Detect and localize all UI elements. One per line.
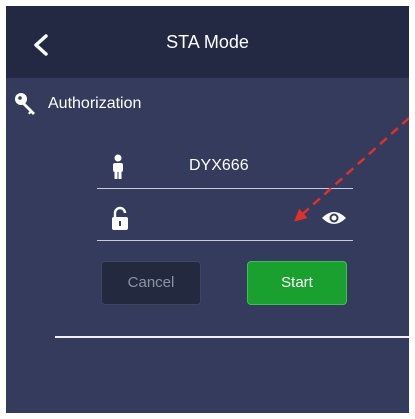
person-icon <box>113 154 123 179</box>
username-field[interactable]: DYX666 <box>97 144 353 189</box>
divider <box>55 336 409 338</box>
username-value: DYX666 <box>189 157 249 174</box>
authorization-section: Authorization <box>14 90 141 118</box>
eye-icon[interactable] <box>321 210 347 226</box>
lock-icon <box>112 206 128 230</box>
key-icon <box>15 93 35 115</box>
password-field[interactable] <box>97 196 353 241</box>
sta-mode-screen: STA Mode Authorization DYX666 Cancel Sta… <box>6 6 409 413</box>
cancel-button[interactable]: Cancel <box>101 261 201 305</box>
chevron-left-icon[interactable] <box>32 34 50 56</box>
header-bar: STA Mode <box>6 6 409 78</box>
page-title: STA Mode <box>166 32 249 52</box>
section-label: Authorization <box>48 95 142 112</box>
password-input[interactable] <box>141 202 315 236</box>
start-button[interactable]: Start <box>247 261 347 305</box>
